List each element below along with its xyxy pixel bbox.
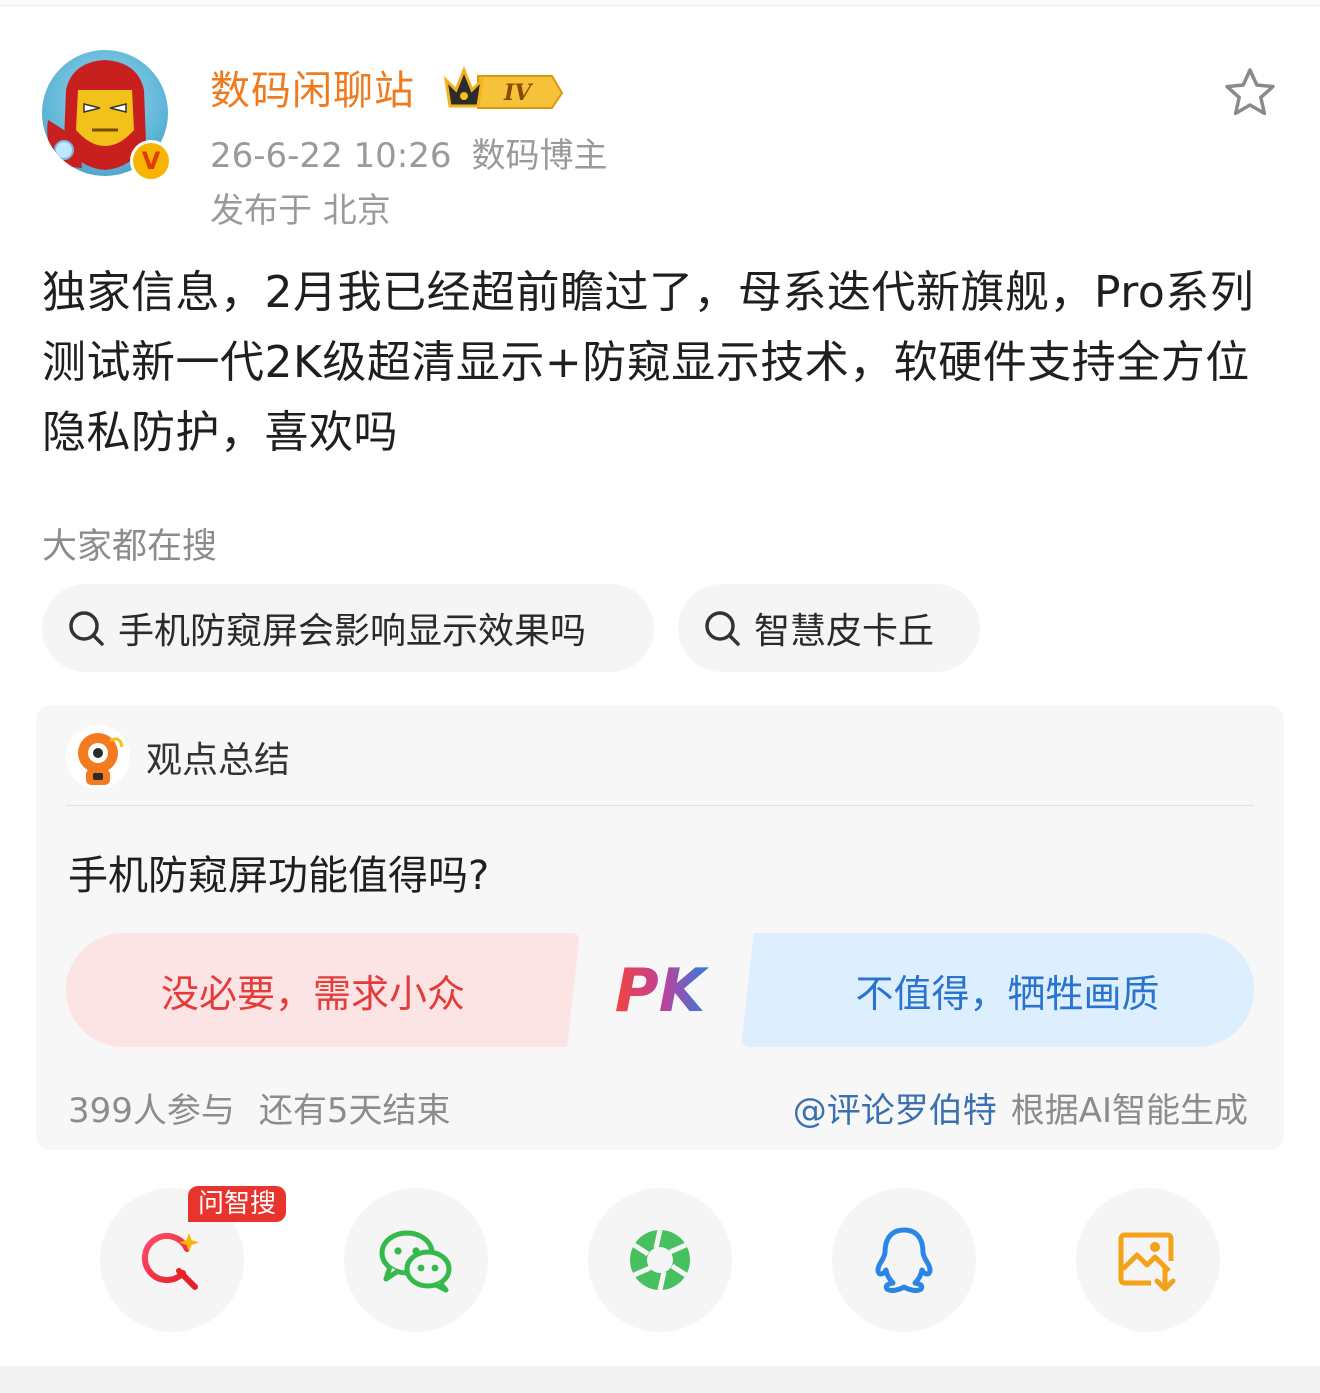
vote-option-left-button[interactable]: 没必要，需求小众	[66, 933, 580, 1047]
svg-text:PK: PK	[615, 956, 710, 1025]
participant-count: 399人参与	[68, 1091, 235, 1131]
poll-stats: 399人参与 还有5天结束	[68, 1083, 451, 1132]
ask-ai-tag: 问智搜	[188, 1186, 287, 1222]
author-role: 数码博主	[471, 136, 608, 176]
poll-remaining-time: 还有5天结束	[258, 1091, 451, 1131]
verified-badge-icon: V	[130, 140, 172, 182]
ai-credit: @评论罗伯特 根据AI智能生成	[793, 1083, 1248, 1132]
username[interactable]: 数码闲聊站	[210, 58, 415, 116]
search-icon	[69, 611, 104, 646]
save-image-button[interactable]	[1076, 1188, 1220, 1332]
favorite-star-icon[interactable]	[1222, 66, 1278, 120]
share-moments-button[interactable]	[588, 1188, 732, 1332]
opinion-summary-card: 观点总结 手机防窥屏功能值得吗? 没必要，需求小众 PK 不值得，牺牲画质 39…	[36, 705, 1284, 1150]
bottom-bar	[0, 1366, 1320, 1393]
svg-text:IV: IV	[503, 80, 533, 106]
card-header: 观点总结	[66, 725, 290, 789]
search-chip-label: 智慧皮卡丘	[754, 611, 935, 652]
wechat-icon	[379, 1230, 452, 1293]
save-image-icon	[1118, 1232, 1176, 1292]
qq-icon	[875, 1227, 933, 1293]
share-wechat-button[interactable]	[344, 1188, 488, 1332]
share-qq-button[interactable]	[832, 1188, 976, 1332]
ai-search-icon	[141, 1233, 199, 1290]
ai-generated-note: 根据AI智能生成	[1010, 1091, 1248, 1131]
moments-icon	[630, 1229, 690, 1291]
search-icon	[705, 611, 740, 646]
trending-search-label: 大家都在搜	[42, 527, 218, 567]
vote-option-right-button[interactable]: 不值得，牺牲画质	[741, 933, 1254, 1047]
post-text: 独家信息，2月我已经超前瞻过了，母系迭代新旗舰，Pro系列测试新一代2K级超清显…	[42, 267, 1255, 458]
top-divider	[0, 0, 1320, 6]
post-meta: 26-6-22 10:26 数码博主	[210, 128, 608, 177]
level-crown-badge-icon: IV	[443, 65, 564, 109]
pk-label: PK	[615, 956, 710, 1025]
search-chip-label: 手机防窥屏会影响显示效果吗	[118, 611, 587, 652]
card-title: 观点总结	[146, 740, 291, 781]
mention-link[interactable]: @评论罗伯特	[793, 1091, 997, 1131]
robot-mascot-icon	[66, 725, 130, 789]
card-divider	[66, 805, 1254, 806]
post-timestamp: 26-6-22 10:26	[210, 136, 452, 176]
post-location: 发布于 北京	[210, 191, 391, 231]
poll-question: 手机防窥屏功能值得吗?	[68, 853, 490, 899]
search-chip[interactable]: 手机防窥屏会影响显示效果吗	[42, 584, 654, 672]
search-chip[interactable]: 智慧皮卡丘	[678, 584, 980, 672]
